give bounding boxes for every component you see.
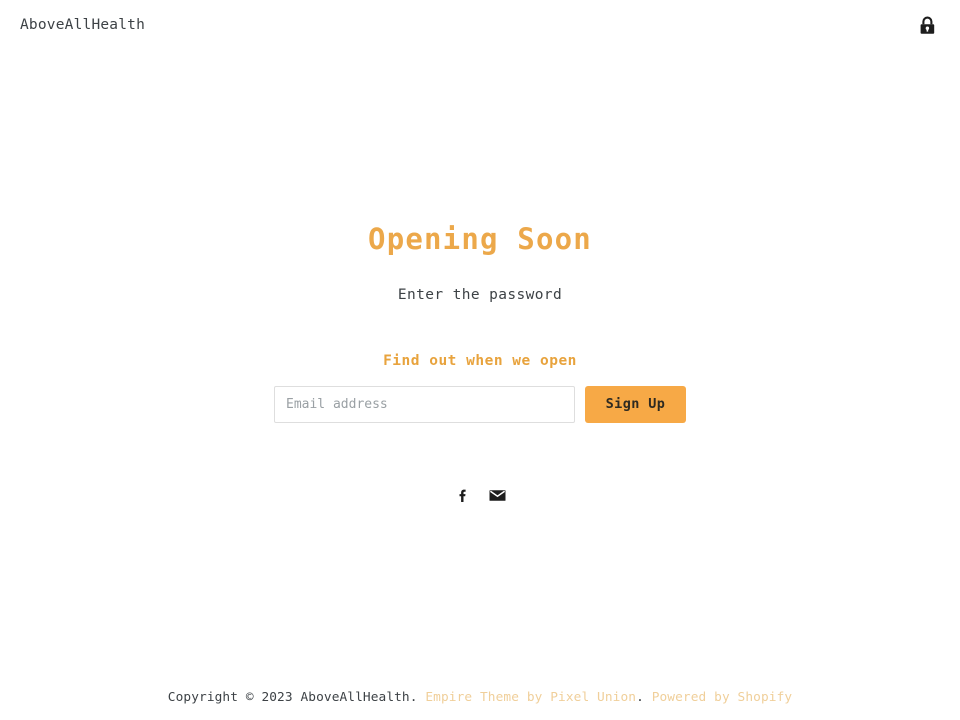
powered-by-shopify-link[interactable]: Powered by Shopify <box>652 690 792 705</box>
sign-up-button[interactable]: Sign Up <box>585 386 686 424</box>
footer-text: Copyright © 2023 AboveAllHealth. Empire … <box>168 690 792 705</box>
facebook-icon <box>455 487 471 503</box>
social-links <box>453 485 507 505</box>
email-icon <box>489 489 506 502</box>
theme-credit-link[interactable]: Empire Theme by Pixel Union <box>425 690 636 705</box>
email-input[interactable] <box>274 386 575 424</box>
password-page-main: Opening Soon Enter the password Find out… <box>0 50 960 505</box>
password-lock-button[interactable] <box>914 12 940 38</box>
enter-password-link[interactable]: Enter the password <box>398 286 562 305</box>
site-logo[interactable]: AboveAllHealth <box>20 18 145 33</box>
site-header: AboveAllHealth <box>0 0 960 50</box>
page-title: Opening Soon <box>368 222 592 256</box>
closed-padlock-icon <box>919 16 936 35</box>
email-link[interactable] <box>487 485 507 505</box>
footer-separator: . <box>636 690 644 706</box>
newsletter-signup-section: Find out when we open Sign Up <box>274 352 686 424</box>
signup-heading: Find out when we open <box>383 352 577 369</box>
copyright-text: Copyright © 2023 AboveAllHealth. <box>167 690 418 706</box>
signup-form: Sign Up <box>274 386 686 424</box>
facebook-link[interactable] <box>453 485 473 505</box>
site-footer: Copyright © 2023 AboveAllHealth. Empire … <box>0 676 960 720</box>
